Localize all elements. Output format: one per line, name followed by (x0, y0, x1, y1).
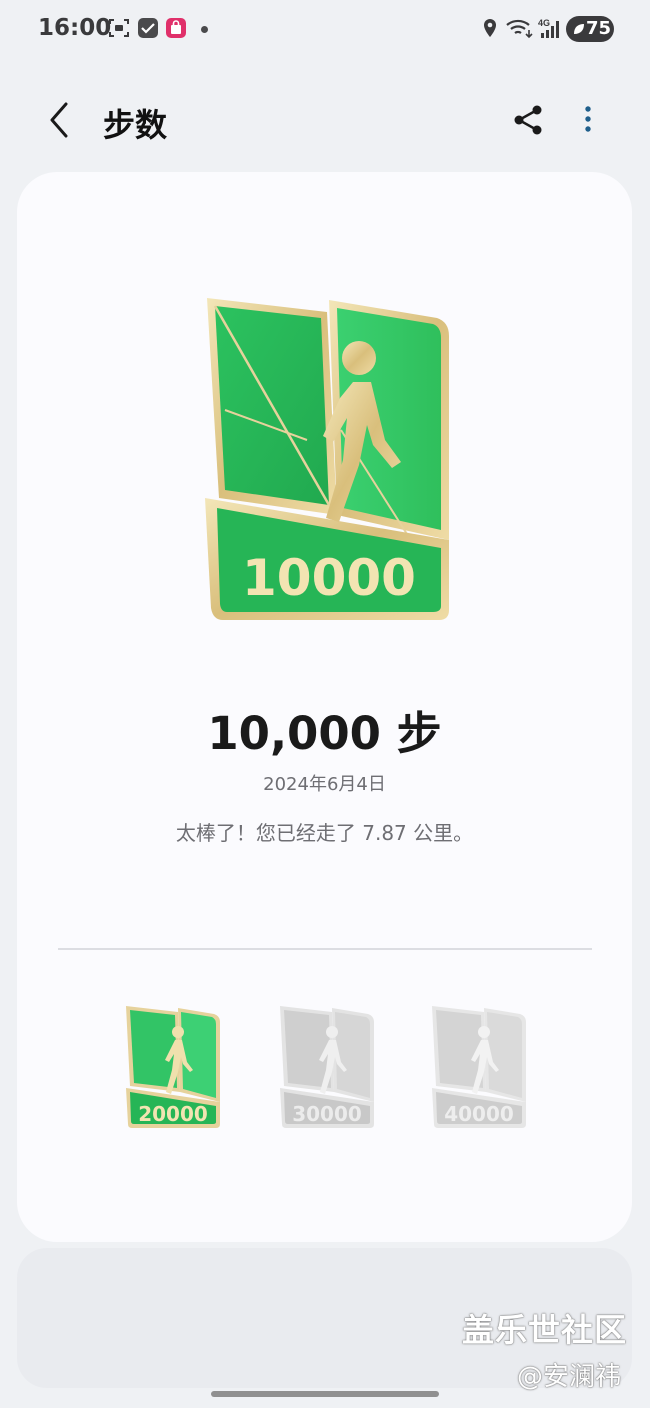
battery-level: 75 (586, 18, 612, 39)
divider (58, 948, 592, 950)
cellular-signal-icon: 4G (538, 18, 559, 38)
notification-dot (201, 26, 208, 33)
more-options-button[interactable] (574, 100, 602, 140)
chevron-left-icon (50, 102, 68, 138)
home-indicator[interactable] (211, 1391, 439, 1397)
share-button[interactable] (510, 100, 546, 140)
achievement-date: 2024年6月4日 (263, 774, 386, 795)
battery-indicator: 75 (566, 16, 614, 42)
power-saving-leaf-icon (574, 24, 584, 34)
badge-30000-number: 30000 (292, 1102, 362, 1126)
badge-40000-locked-icon[interactable]: 40000 (426, 1002, 530, 1130)
share-icon (514, 105, 542, 135)
shopping-bag-app-icon (166, 18, 186, 38)
back-button[interactable] (40, 98, 80, 142)
wifi-icon (506, 19, 533, 39)
location-icon (484, 19, 496, 37)
status-time: 16:00 (38, 15, 112, 41)
badge-main-number: 10000 (242, 549, 416, 607)
status-bar: 16:00 4G 75 (0, 0, 650, 60)
achievement-message: 太棒了！您已经走了 7.87 公里。 (175, 821, 474, 845)
scan-icon (109, 19, 129, 37)
app-bar: 步数 (0, 80, 650, 160)
achievement-card: 10000 10,000 步 2024年6月4日 太棒了！您已经走了 7.87 … (17, 172, 632, 1242)
badge-30000-locked-icon[interactable]: 30000 (274, 1002, 378, 1130)
badge-20000-icon[interactable]: 20000 (120, 1002, 224, 1130)
steps-value: 10,000 步 (207, 707, 442, 760)
page-title: 步数 (103, 106, 168, 144)
badge-40000-number: 40000 (444, 1102, 514, 1126)
checkbox-app-icon (138, 18, 158, 38)
svg-text:4G: 4G (538, 18, 550, 28)
badge-20000-number: 20000 (138, 1102, 208, 1126)
watermark-author: @安澜祎 (517, 1362, 622, 1392)
watermark-title: 盖乐世社区 (462, 1311, 628, 1349)
more-vertical-icon (585, 106, 591, 132)
badge-10000-icon: 10000 (205, 298, 449, 620)
